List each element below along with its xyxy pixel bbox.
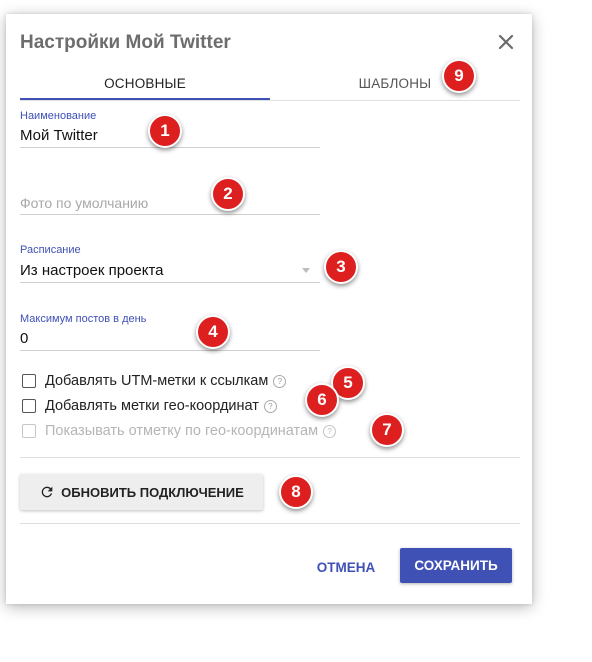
utm-checkbox-label: Добавлять UTM-метки к ссылкам — [45, 373, 269, 389]
max-posts-label: Максимум постов в день — [20, 313, 147, 325]
help-icon[interactable]: ? — [273, 374, 287, 388]
dialog-title: Настройки Мой Twitter — [20, 32, 231, 53]
refresh-connection-button[interactable]: ОБНОВИТЬ ПОДКЛЮЧЕНИЕ — [20, 474, 263, 510]
geo-tags-checkbox-label: Добавлять метки гео-координат — [45, 398, 259, 414]
tab-main[interactable]: ОСНОВНЫЕ — [20, 66, 270, 100]
help-icon[interactable]: ? — [323, 424, 337, 438]
callout-badge-3: 3 — [324, 250, 358, 284]
settings-dialog: Настройки Мой Twitter ОСНОВНЫЕ ШАБЛОНЫ Н… — [6, 14, 532, 604]
callout-badge-9: 9 — [442, 59, 476, 93]
geo-mark-checkbox — [22, 424, 36, 438]
utm-checkbox-row[interactable]: Добавлять UTM-метки к ссылкам ? — [22, 373, 287, 389]
callout-badge-2: 2 — [211, 177, 245, 211]
tab-templates[interactable]: ШАБЛОНЫ — [270, 66, 520, 100]
refresh-icon — [41, 486, 53, 498]
photo-underline — [20, 214, 320, 215]
utm-checkbox[interactable] — [22, 374, 36, 388]
save-button[interactable]: СОХРАНИТЬ — [400, 548, 512, 583]
name-label: Наименование — [20, 110, 97, 122]
help-icon[interactable]: ? — [263, 399, 277, 413]
section-divider — [20, 457, 520, 458]
name-input[interactable]: Мой Twitter — [20, 127, 98, 144]
geo-tags-checkbox-row[interactable]: Добавлять метки гео-координат ? — [22, 398, 277, 414]
max-posts-underline — [20, 350, 320, 351]
callout-badge-6: 6 — [305, 383, 339, 417]
max-posts-input[interactable]: 0 — [20, 330, 28, 347]
callout-badge-8: 8 — [279, 475, 313, 509]
geo-mark-checkbox-label: Показывать отметку по гео-координатам — [45, 423, 319, 439]
footer-divider — [20, 523, 520, 524]
tabs-divider — [20, 100, 520, 101]
close-icon[interactable] — [494, 30, 518, 54]
refresh-connection-label: ОБНОВИТЬ ПОДКЛЮЧЕНИЕ — [61, 484, 244, 500]
callout-badge-1: 1 — [148, 114, 182, 148]
geo-tags-checkbox[interactable] — [22, 399, 36, 413]
geo-mark-checkbox-row: Показывать отметку по гео-координатам ? — [22, 423, 337, 439]
callout-badge-7: 7 — [370, 413, 404, 447]
schedule-select[interactable]: Из настроек проекта — [20, 262, 164, 279]
chevron-down-icon[interactable] — [302, 268, 310, 273]
cancel-button[interactable]: ОТМЕНА — [306, 550, 386, 584]
schedule-underline — [20, 282, 320, 283]
schedule-label: Расписание — [20, 244, 81, 256]
callout-badge-4: 4 — [196, 315, 230, 349]
photo-input[interactable]: Фото по умолчанию — [20, 195, 148, 211]
